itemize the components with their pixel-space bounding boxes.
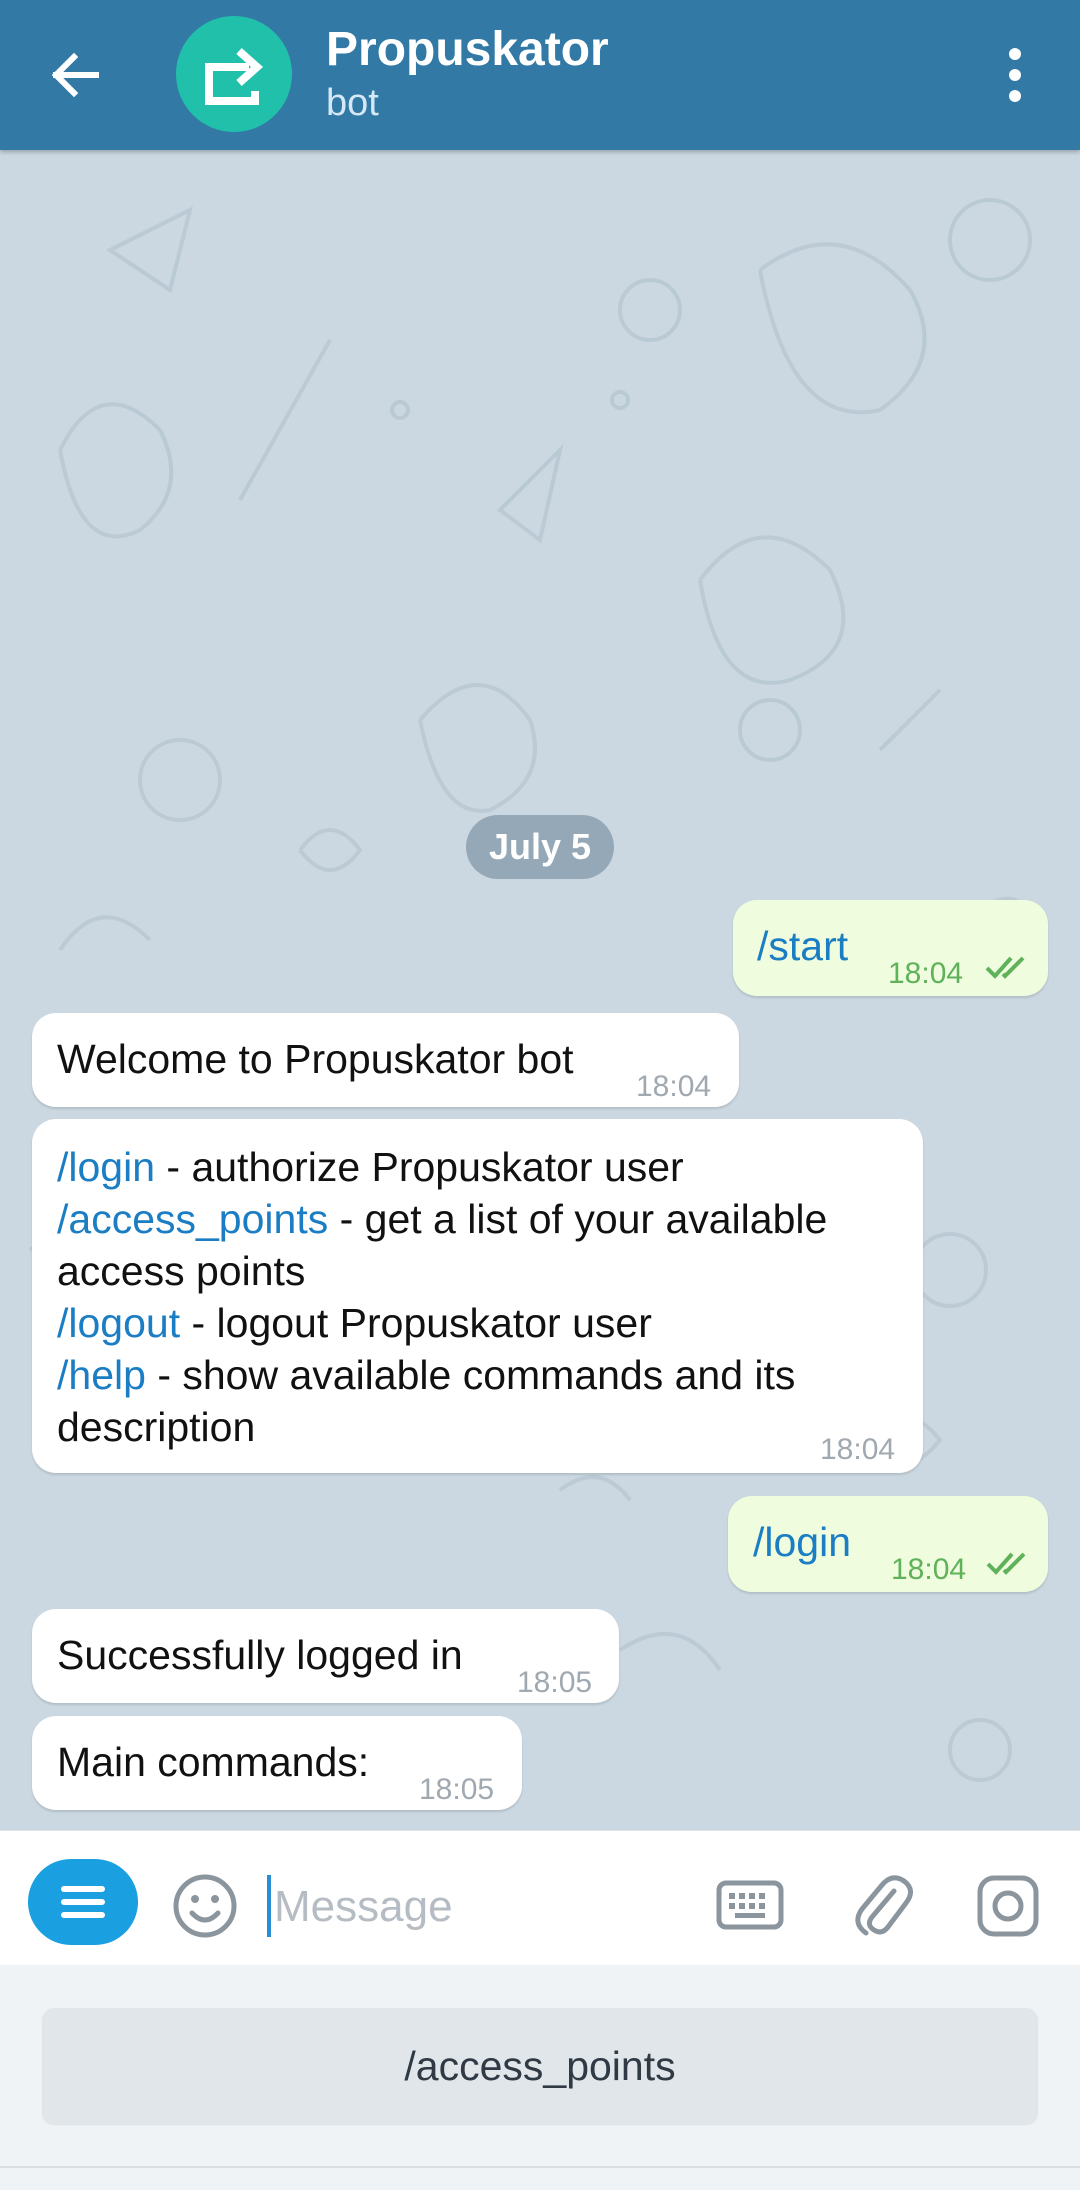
incoming-message[interactable]: Successfully logged in 18:05 xyxy=(32,1609,619,1703)
command-link[interactable]: /help xyxy=(57,1352,146,1398)
arrow-left-icon xyxy=(51,52,99,98)
date-separator: July 5 xyxy=(466,815,614,879)
message-time: 18:05 xyxy=(517,1666,593,1699)
more-vert-icon xyxy=(1009,48,1021,102)
message-time: 18:04 xyxy=(888,957,964,990)
command-link[interactable]: /login xyxy=(57,1144,155,1190)
command-description: - show available commands and its descri… xyxy=(57,1352,796,1450)
emoji-icon xyxy=(173,1874,237,1938)
bot-menu-button[interactable] xyxy=(28,1859,138,1945)
back-button[interactable] xyxy=(34,35,114,115)
command-link[interactable]: /logout xyxy=(57,1300,180,1346)
attach-icon xyxy=(855,1875,913,1936)
command-description: - logout Propuskator user xyxy=(180,1300,652,1346)
outgoing-message[interactable]: /start 18:04 xyxy=(733,900,1048,996)
keyboard-icon xyxy=(716,1880,784,1930)
double-check-icon xyxy=(985,956,1025,979)
camera-button[interactable] xyxy=(975,1873,1041,1939)
command-link[interactable]: /login xyxy=(753,1516,851,1568)
command-line: /logout - logout Propuskator user xyxy=(57,1297,907,1349)
double-check-icon xyxy=(986,1552,1026,1575)
attach-button[interactable] xyxy=(850,1871,915,1941)
message-time: 18:04 xyxy=(820,1433,896,1466)
command-link[interactable]: /start xyxy=(757,920,848,972)
incoming-message[interactable]: Main commands: 18:05 xyxy=(32,1716,522,1810)
command-line: /login - authorize Propuskator user xyxy=(57,1141,907,1193)
more-menu-button[interactable] xyxy=(990,40,1040,110)
message-time: 18:04 xyxy=(636,1070,712,1103)
bot-avatar[interactable] xyxy=(176,16,292,132)
camera-icon xyxy=(977,1875,1039,1937)
message-list[interactable]: July 5 /start 18:04 Welcome to Propuskat… xyxy=(0,150,1080,1830)
text-cursor xyxy=(267,1875,271,1937)
outgoing-message[interactable]: /login 18:04 xyxy=(728,1496,1048,1592)
command-line: /help - show available commands and its … xyxy=(57,1349,907,1453)
chat-title[interactable]: Propuskator xyxy=(326,22,609,77)
forward-arrow-icon xyxy=(205,48,264,105)
message-time: 18:04 xyxy=(891,1553,967,1586)
incoming-message[interactable]: Welcome to Propuskator bot 18:04 xyxy=(32,1013,739,1107)
keyboard-button-access-points[interactable]: /access_points xyxy=(42,2008,1038,2124)
command-list: /login - authorize Propuskator user /acc… xyxy=(57,1141,907,1453)
emoji-button[interactable] xyxy=(170,1871,240,1941)
chat-header: Propuskator bot xyxy=(0,0,1080,150)
message-text: Main commands: xyxy=(57,1739,370,1785)
menu-icon xyxy=(61,1886,105,1918)
command-link[interactable]: /access_points xyxy=(57,1196,328,1242)
chat-subtitle: bot xyxy=(326,82,379,124)
message-text: Successfully logged in xyxy=(57,1632,463,1678)
message-composer xyxy=(0,1830,1080,1966)
command-line: /access_points - get a list of your avai… xyxy=(57,1193,907,1297)
divider xyxy=(0,2166,1080,2168)
message-text: Welcome to Propuskator bot xyxy=(57,1036,574,1082)
keyboard-button[interactable] xyxy=(715,1875,785,1935)
bot-reply-keyboard: /access_points xyxy=(0,1965,1080,2190)
command-description: - authorize Propuskator user xyxy=(155,1144,684,1190)
message-time: 18:05 xyxy=(419,1773,495,1806)
incoming-message[interactable]: /login - authorize Propuskator user /acc… xyxy=(32,1119,923,1473)
message-input[interactable] xyxy=(272,1871,676,1943)
